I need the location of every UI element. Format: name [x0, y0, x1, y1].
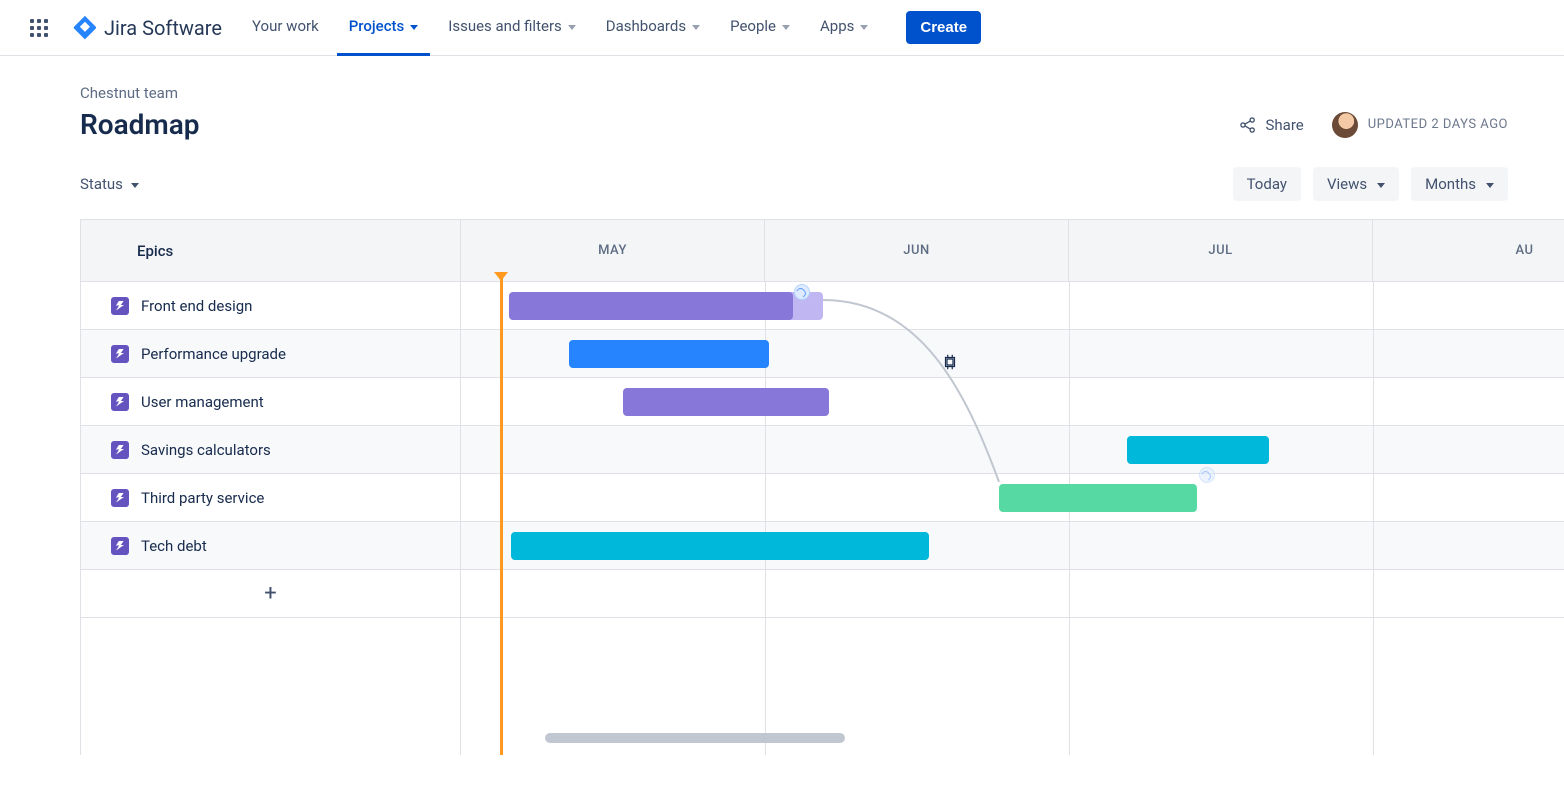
epics-column: Epics Front end design Performance upgra…: [81, 220, 461, 755]
avatar[interactable]: [1332, 112, 1358, 138]
chevron-down-icon: [692, 25, 700, 30]
epic-icon: [111, 345, 129, 363]
epic-row[interactable]: User management: [81, 378, 460, 426]
epic-row[interactable]: Third party service: [81, 474, 460, 522]
app-switcher-icon[interactable]: [24, 13, 54, 43]
epic-icon: [111, 393, 129, 411]
epic-icon: [111, 537, 129, 555]
page-title: Roadmap: [80, 108, 200, 141]
epic-row[interactable]: Tech debt: [81, 522, 460, 570]
dependency-link-icon[interactable]: [794, 284, 810, 300]
chevron-down-icon: [860, 25, 868, 30]
breadcrumb[interactable]: Chestnut team: [80, 84, 1564, 102]
epic-name: Tech debt: [141, 537, 207, 555]
timeline-bar[interactable]: [569, 340, 769, 368]
nav-dashboards[interactable]: Dashboards: [594, 0, 712, 56]
epic-name: Performance upgrade: [141, 345, 286, 363]
top-nav: Jira Software Your work Projects Issues …: [0, 0, 1564, 56]
epic-row[interactable]: Performance upgrade: [81, 330, 460, 378]
nav-your-work[interactable]: Your work: [240, 0, 331, 56]
share-label: Share: [1266, 116, 1304, 134]
timeline-bar[interactable]: [1127, 436, 1269, 464]
month-col: AU: [1373, 220, 1564, 281]
today-button[interactable]: Today: [1233, 167, 1301, 201]
nav-projects[interactable]: Projects: [337, 0, 431, 56]
month-header: MAY JUN JUL AU: [461, 220, 1564, 282]
horizontal-scrollbar[interactable]: [545, 733, 845, 743]
chevron-down-icon: [568, 25, 576, 30]
share-icon: [1238, 115, 1258, 135]
epic-name: Front end design: [141, 297, 252, 315]
roadmap-grid: Epics Front end design Performance upgra…: [80, 219, 1564, 755]
timeline-bar[interactable]: [623, 388, 829, 416]
timeline[interactable]: MAY JUN JUL AU: [461, 220, 1564, 755]
epic-name: Third party service: [141, 489, 264, 507]
timeline-bar[interactable]: [509, 292, 793, 320]
updated-text: UPDATED 2 DAYS AGO: [1368, 117, 1508, 132]
epic-icon: [111, 297, 129, 315]
epic-row[interactable]: Savings calculators: [81, 426, 460, 474]
views-dropdown[interactable]: Views: [1313, 167, 1399, 201]
timeline-bar[interactable]: [511, 532, 929, 560]
create-button[interactable]: Create: [906, 11, 981, 44]
chevron-down-icon: [131, 183, 139, 188]
dependency-link-icon[interactable]: [1199, 467, 1215, 483]
status-filter[interactable]: Status: [80, 175, 139, 193]
page-content: Chestnut team Roadmap Share UPDATED 2 DA…: [0, 56, 1564, 755]
epic-name: User management: [141, 393, 264, 411]
epic-icon: [111, 489, 129, 507]
nav-issues-filters[interactable]: Issues and filters: [436, 0, 588, 56]
today-line: [500, 276, 503, 755]
epic-name: Savings calculators: [141, 441, 271, 459]
product-name: Jira Software: [104, 16, 222, 40]
month-col: JUL: [1069, 220, 1373, 281]
bars-layer: [461, 282, 1564, 570]
epic-row[interactable]: Front end design: [81, 282, 460, 330]
add-epic-button[interactable]: +: [81, 570, 460, 618]
plus-icon: +: [264, 583, 276, 605]
chevron-down-icon: [1377, 183, 1385, 188]
share-button[interactable]: Share: [1238, 115, 1304, 135]
epic-icon: [111, 441, 129, 459]
scale-dropdown[interactable]: Months: [1411, 167, 1508, 201]
epics-header: Epics: [81, 220, 460, 282]
nav-people[interactable]: People: [718, 0, 802, 56]
timeline-bar[interactable]: [999, 484, 1197, 512]
product-logo[interactable]: Jira Software: [72, 15, 222, 41]
primary-nav: Your work Projects Issues and filters Da…: [240, 0, 880, 56]
today-marker-icon: [494, 272, 508, 281]
chevron-down-icon: [410, 25, 418, 30]
chevron-down-icon: [782, 25, 790, 30]
jira-icon: [72, 15, 98, 41]
month-col: JUN: [765, 220, 1069, 281]
updated-info: UPDATED 2 DAYS AGO: [1332, 112, 1508, 138]
chevron-down-icon: [1486, 183, 1494, 188]
nav-apps[interactable]: Apps: [808, 0, 880, 56]
